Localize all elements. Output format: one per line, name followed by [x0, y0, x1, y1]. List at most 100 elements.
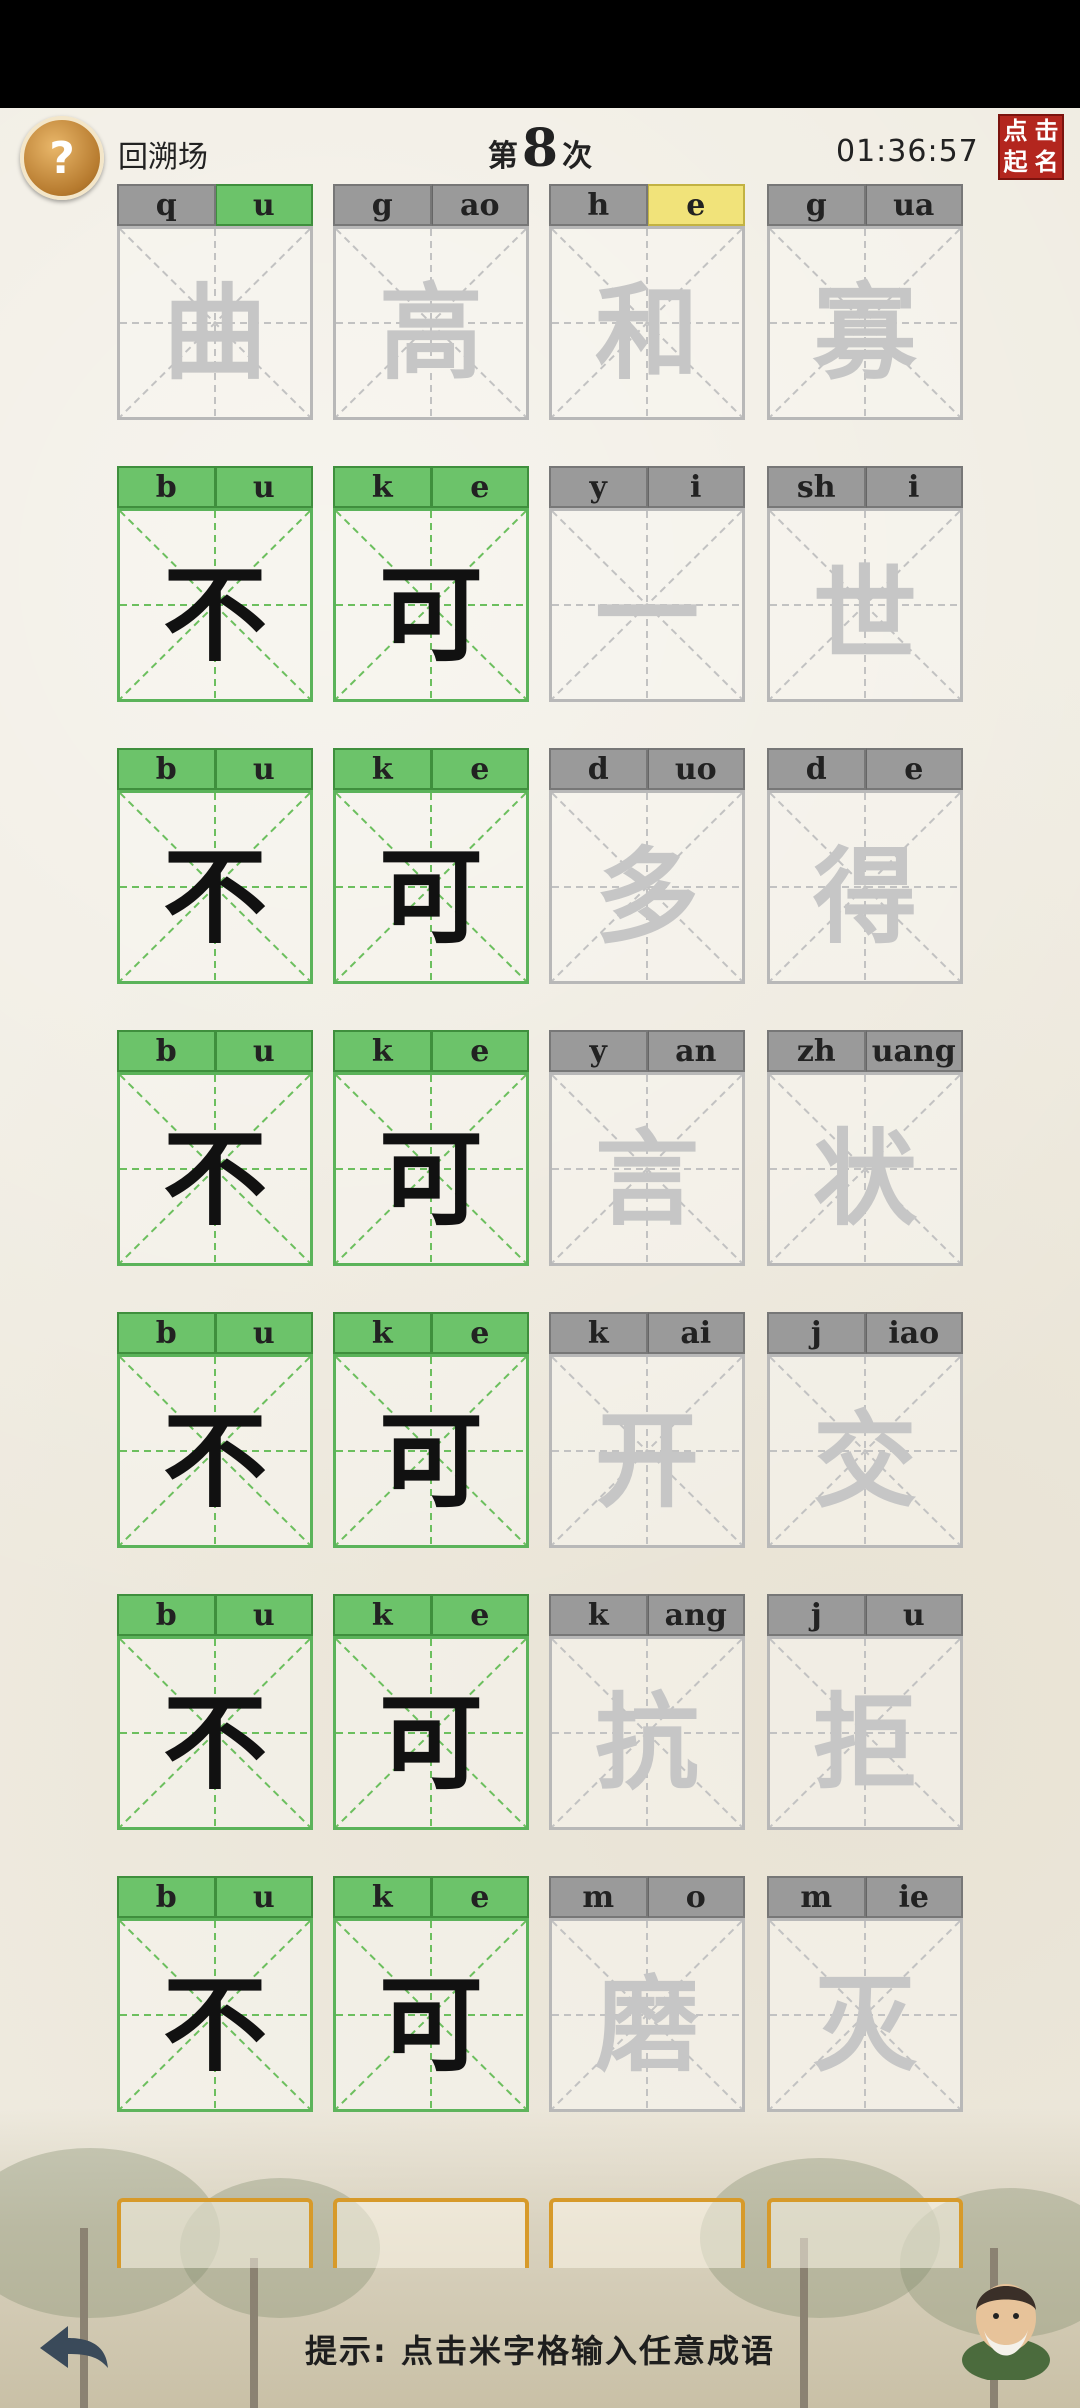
- chinese-character: 一: [594, 552, 699, 676]
- mi-grid-box[interactable]: 可: [333, 790, 529, 984]
- character-cell[interactable]: ke 可: [333, 1312, 529, 1548]
- mi-grid-box[interactable]: 高: [333, 226, 529, 420]
- character-cell[interactable]: k ai 开: [549, 1312, 745, 1548]
- pinyin-bar: ke: [333, 748, 529, 790]
- pinyin-bar: yi: [549, 466, 745, 508]
- mi-grid-box[interactable]: 一: [549, 508, 745, 702]
- pinyin-final: e: [431, 1594, 529, 1636]
- character-cell[interactable]: mo 磨: [549, 1876, 745, 2112]
- chinese-character: 得: [812, 834, 917, 958]
- chinese-character: 不: [162, 1398, 267, 1522]
- pinyin-initial: m: [767, 1876, 866, 1918]
- character-cell[interactable]: bu 不: [117, 748, 313, 984]
- pinyin-final: u: [215, 1030, 313, 1072]
- character-cell[interactable]: g ao 高: [333, 184, 529, 420]
- answer-slot[interactable]: [549, 2198, 745, 2268]
- mi-grid-box[interactable]: 灭: [767, 1918, 963, 2112]
- mi-grid-box[interactable]: 交: [767, 1354, 963, 1548]
- character-cell[interactable]: y an 言: [549, 1030, 745, 1266]
- answer-slot[interactable]: [767, 2198, 963, 2268]
- character-cell[interactable]: bu 不: [117, 1312, 313, 1548]
- mi-grid-box[interactable]: 言: [549, 1072, 745, 1266]
- mi-grid-box[interactable]: 不: [117, 1918, 313, 2112]
- pinyin-bar: g ua: [767, 184, 963, 226]
- mi-grid-box[interactable]: 曲: [117, 226, 313, 420]
- pinyin-bar: k ang: [549, 1594, 745, 1636]
- mi-grid-box[interactable]: 可: [333, 1072, 529, 1266]
- pinyin-bar: j iao: [767, 1312, 963, 1354]
- pinyin-initial: d: [549, 748, 648, 790]
- guess-row: b u 不 k e 可 d uo 多 d e 得: [117, 748, 963, 984]
- character-cell[interactable]: ke 可: [333, 466, 529, 702]
- pinyin-bar: bu: [117, 1594, 313, 1636]
- sign-name-button[interactable]: 点 击 起 名: [998, 114, 1064, 180]
- mi-grid-box[interactable]: 开: [549, 1354, 745, 1548]
- character-cell[interactable]: yi 一: [549, 466, 745, 702]
- pinyin-initial: q: [117, 184, 216, 226]
- mi-grid-box[interactable]: 不: [117, 1072, 313, 1266]
- mi-grid-box[interactable]: 不: [117, 1636, 313, 1830]
- chinese-character: 磨: [594, 1962, 699, 2086]
- character-cell[interactable]: k ang 抗: [549, 1594, 745, 1830]
- chinese-character: 可: [378, 834, 483, 958]
- mi-grid-box[interactable]: 世: [767, 508, 963, 702]
- character-cell[interactable]: ke 可: [333, 748, 529, 984]
- mi-grid-box[interactable]: 不: [117, 508, 313, 702]
- character-cell[interactable]: j iao 交: [767, 1312, 963, 1548]
- character-cell[interactable]: he 和: [549, 184, 745, 420]
- character-cell[interactable]: d uo 多: [549, 748, 745, 984]
- character-cell[interactable]: qu 曲: [117, 184, 313, 420]
- character-cell[interactable]: zh uang 状: [767, 1030, 963, 1266]
- mi-grid-box[interactable]: 可: [333, 1918, 529, 2112]
- character-cell[interactable]: g ua 寡: [767, 184, 963, 420]
- answer-slot[interactable]: [333, 2198, 529, 2268]
- mi-grid-box[interactable]: 多: [549, 790, 745, 984]
- pinyin-final: i: [647, 466, 745, 508]
- mi-grid-box[interactable]: 寡: [767, 226, 963, 420]
- character-cell[interactable]: ju 拒: [767, 1594, 963, 1830]
- character-cell[interactable]: sh i 世: [767, 466, 963, 702]
- pinyin-bar: ju: [767, 1594, 963, 1636]
- mi-grid-box[interactable]: 抗: [549, 1636, 745, 1830]
- round-suffix: 次: [562, 139, 593, 174]
- mi-grid-box[interactable]: 可: [333, 508, 529, 702]
- sage-avatar-icon[interactable]: [958, 2260, 1054, 2382]
- pinyin-final: an: [647, 1030, 745, 1072]
- character-cell[interactable]: bu 不: [117, 1594, 313, 1830]
- character-cell[interactable]: ke 可: [333, 1030, 529, 1266]
- character-cell[interactable]: bu 不: [117, 1876, 313, 2112]
- pinyin-final: e: [865, 748, 963, 790]
- mi-grid-box[interactable]: 可: [333, 1636, 529, 1830]
- pinyin-final: u: [865, 1594, 963, 1636]
- character-cell[interactable]: bu 不: [117, 466, 313, 702]
- mi-grid-box[interactable]: 不: [117, 1354, 313, 1548]
- mi-grid-box[interactable]: 不: [117, 790, 313, 984]
- character-cell[interactable]: m ie 灭: [767, 1876, 963, 2112]
- round-prefix: 第: [487, 139, 518, 174]
- pinyin-initial: b: [117, 1312, 216, 1354]
- status-bar: [0, 0, 1080, 108]
- chinese-character: 寡: [812, 270, 917, 394]
- pinyin-bar: ke: [333, 1594, 529, 1636]
- pinyin-final: ie: [865, 1876, 963, 1918]
- pinyin-initial: k: [333, 466, 432, 508]
- chinese-character: 可: [378, 1680, 483, 1804]
- character-cell[interactable]: ke 可: [333, 1876, 529, 2112]
- mi-grid-box[interactable]: 得: [767, 790, 963, 984]
- pinyin-initial: g: [333, 184, 432, 226]
- pinyin-bar: ke: [333, 1030, 529, 1072]
- mi-grid-box[interactable]: 磨: [549, 1918, 745, 2112]
- mi-grid-box[interactable]: 状: [767, 1072, 963, 1266]
- mi-grid-box[interactable]: 拒: [767, 1636, 963, 1830]
- pinyin-bar: qu: [117, 184, 313, 226]
- guess-row: b u 不 k e 可 y i 一 sh i 世: [117, 466, 963, 702]
- round-number: 8: [521, 118, 559, 179]
- answer-slot[interactable]: [117, 2198, 313, 2268]
- character-cell[interactable]: ke 可: [333, 1594, 529, 1830]
- character-cell[interactable]: de 得: [767, 748, 963, 984]
- guess-row: q u 曲 g ao 高 h e 和 g ua 寡: [117, 184, 963, 420]
- chinese-character: 可: [378, 1398, 483, 1522]
- character-cell[interactable]: bu 不: [117, 1030, 313, 1266]
- mi-grid-box[interactable]: 可: [333, 1354, 529, 1548]
- mi-grid-box[interactable]: 和: [549, 226, 745, 420]
